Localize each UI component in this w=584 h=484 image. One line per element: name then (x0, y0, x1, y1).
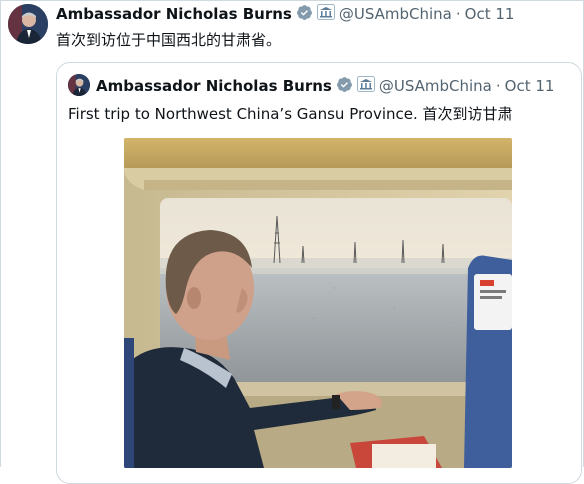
quoted-tweet-date: Oct 11 (504, 77, 555, 95)
author-name[interactable]: Ambassador Nicholas Burns (56, 5, 292, 23)
verified-badge-icon (336, 76, 353, 97)
separator-dot: · (495, 77, 501, 95)
government-label-icon[interactable] (316, 4, 335, 24)
tweet-header: Ambassador Nicholas Burns @USAmbChina · … (56, 4, 514, 24)
quoted-tweet-text: First trip to Northwest China’s Gansu Pr… (68, 105, 513, 123)
tweet-photo[interactable] (124, 138, 512, 468)
author-avatar[interactable] (8, 4, 48, 44)
tweet-date[interactable]: Oct 11 (465, 5, 515, 23)
verified-badge-icon (296, 4, 313, 25)
quoted-tweet-header: Ambassador Nicholas Burns @USAmbChina · … (96, 76, 554, 96)
quoted-author-name: Ambassador Nicholas Burns (96, 77, 332, 95)
separator-dot: · (455, 5, 461, 23)
tweet-text: 首次到访位于中国西北的甘肃省。 (56, 31, 282, 49)
quoted-author-handle: @USAmbChina (378, 77, 492, 95)
government-label-icon (356, 76, 375, 96)
author-handle[interactable]: @USAmbChina (339, 5, 452, 23)
quoted-author-avatar (68, 74, 90, 96)
